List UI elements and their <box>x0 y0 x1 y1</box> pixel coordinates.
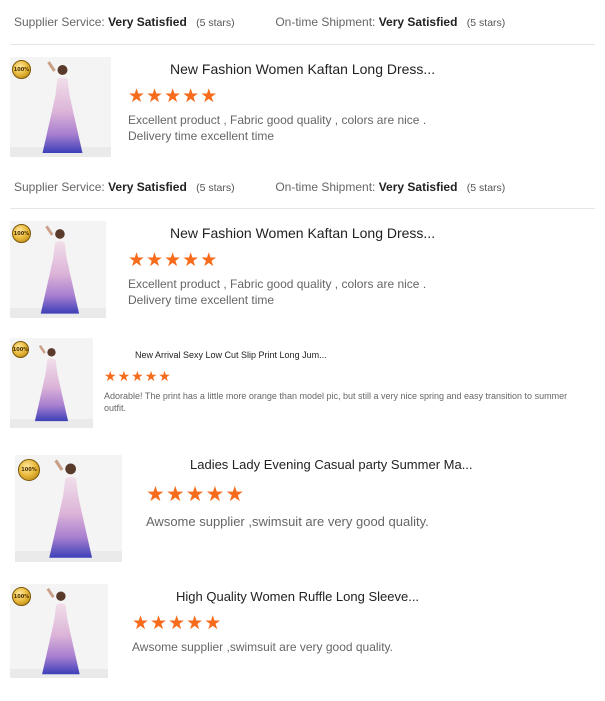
product-thumbnail[interactable]: 100% <box>10 57 111 157</box>
review-title[interactable]: New Fashion Women Kaftan Long Dress... <box>170 61 435 77</box>
supplier-service-value: Very Satisfied <box>108 180 187 194</box>
star-icon: ★ <box>144 368 158 384</box>
star-icon: ★ <box>131 368 144 384</box>
star-icon: ★ <box>146 250 164 271</box>
quality-badge: 100% <box>12 341 29 358</box>
star-icon: ★ <box>128 250 146 271</box>
star-icon: ★ <box>146 483 165 506</box>
supplier-service-label: Supplier Service: <box>14 15 105 29</box>
shipment-stars: (5 stars) <box>466 17 506 29</box>
review-text: Awsome supplier ,swimsuit are very good … <box>132 640 393 654</box>
quality-badge: 100% <box>12 224 31 243</box>
rating-summary: Supplier Service: Very Satisfied (5 star… <box>14 180 505 194</box>
star-icon: ★ <box>225 483 245 506</box>
review-stars: ★ ★ ★ ★ ★ <box>128 251 217 270</box>
product-thumbnail[interactable]: 100% <box>10 338 93 428</box>
review-title[interactable]: Ladies Lady Evening Casual party Summer … <box>190 457 473 472</box>
review-text: Excellent product , Fabric good quality … <box>128 113 427 143</box>
supplier-service-label: Supplier Service: <box>14 180 105 194</box>
shipment-label: On-time Shipment: <box>275 180 376 194</box>
star-icon: ★ <box>182 86 200 107</box>
review-text: Awsome supplier ,swimsuit are very good … <box>146 514 429 529</box>
product-thumbnail[interactable]: 100% <box>10 584 108 678</box>
star-icon: ★ <box>146 86 164 107</box>
star-icon: ★ <box>132 613 150 634</box>
star-icon: ★ <box>200 86 218 107</box>
star-icon: ★ <box>186 613 204 634</box>
quality-badge: 100% <box>12 587 31 606</box>
shipment-value: Very Satisfied <box>378 180 458 194</box>
product-thumbnail[interactable]: 100% <box>15 455 122 562</box>
star-icon: ★ <box>104 368 117 384</box>
review-stars: ★ ★ ★ ★ ★ <box>128 87 217 106</box>
quality-badge: 100% <box>18 459 40 481</box>
star-icon: ★ <box>204 613 222 634</box>
star-icon: ★ <box>200 250 218 271</box>
divider <box>10 44 595 45</box>
divider <box>10 208 595 209</box>
star-icon: ★ <box>117 368 131 384</box>
shipment-stars: (5 stars) <box>466 182 506 194</box>
star-icon: ★ <box>205 483 225 506</box>
star-icon: ★ <box>182 250 200 271</box>
star-icon: ★ <box>165 483 185 506</box>
star-icon: ★ <box>164 250 182 271</box>
review-stars: ★ ★ ★ ★ ★ <box>132 614 221 633</box>
shipment-label: On-time Shipment: <box>275 15 376 29</box>
review-stars: ★ ★ ★ ★ ★ <box>146 484 244 505</box>
review-title[interactable]: New Arrival Sexy Low Cut Slip Print Long… <box>135 350 327 360</box>
product-thumbnail[interactable]: 100% <box>10 221 106 318</box>
shipment-value: Very Satisfied <box>378 15 458 29</box>
supplier-service-stars: (5 stars) <box>196 17 235 29</box>
supplier-service-stars: (5 stars) <box>196 182 235 194</box>
rating-summary: Supplier Service: Very Satisfied (5 star… <box>14 15 505 29</box>
review-text: Adorable! The print has a little more or… <box>104 391 568 413</box>
star-icon: ★ <box>185 483 205 506</box>
star-icon: ★ <box>128 86 146 107</box>
star-icon: ★ <box>168 613 186 634</box>
review-title[interactable]: New Fashion Women Kaftan Long Dress... <box>170 225 435 241</box>
supplier-service-value: Very Satisfied <box>108 15 187 29</box>
review-text: Excellent product , Fabric good quality … <box>128 277 427 307</box>
quality-badge: 100% <box>12 60 31 79</box>
review-stars: ★ ★ ★ ★ ★ <box>104 369 171 383</box>
star-icon: ★ <box>158 368 171 384</box>
star-icon: ★ <box>164 86 182 107</box>
star-icon: ★ <box>150 613 168 634</box>
review-title[interactable]: High Quality Women Ruffle Long Sleeve... <box>176 589 419 604</box>
